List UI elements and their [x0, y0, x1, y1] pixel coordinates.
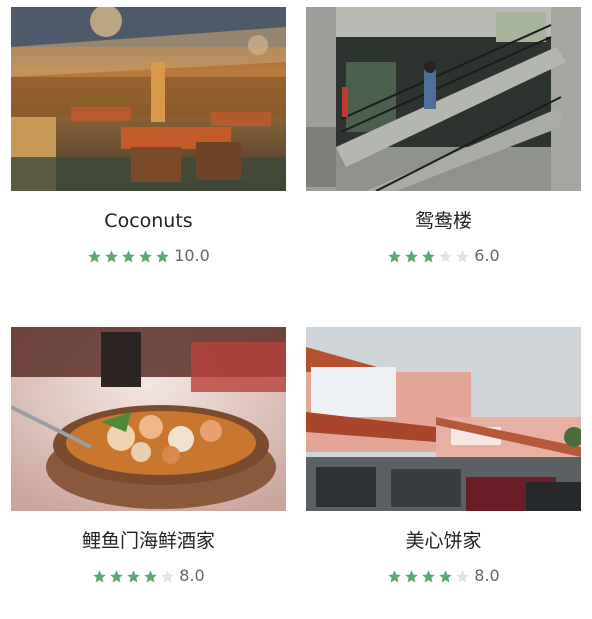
star-icon	[156, 249, 169, 262]
rating-score: 8.0	[179, 566, 205, 585]
star-icon	[422, 249, 436, 262]
star-icon	[456, 249, 470, 262]
restaurant-card[interactable]: 鲤鱼门海鲜酒家 8.0	[11, 327, 286, 586]
restaurant-card[interactable]: 鸳鸯楼 6.0	[306, 7, 581, 266]
star-icon	[388, 249, 402, 262]
seafood-clay-pot-photo[interactable]	[11, 327, 286, 511]
star-rating	[387, 569, 470, 584]
star-icon	[456, 569, 470, 582]
star-icon	[93, 569, 107, 582]
star-icon	[105, 249, 118, 262]
rating: 10.0	[11, 246, 286, 266]
star-icon	[422, 569, 436, 582]
restaurant-card[interactable]: 美心饼家 8.0	[306, 327, 581, 586]
rating: 8.0	[306, 566, 581, 586]
star-rating	[387, 249, 470, 264]
star-icon	[405, 249, 419, 262]
rating-score: 6.0	[474, 246, 500, 265]
restaurant-name[interactable]: 美心饼家	[306, 528, 581, 554]
star-rating	[87, 249, 170, 264]
rating-score: 8.0	[474, 566, 500, 585]
restaurant-interior-photo[interactable]	[11, 7, 286, 191]
rating-score: 10.0	[174, 246, 210, 265]
rating: 6.0	[306, 246, 581, 266]
star-icon	[122, 249, 135, 262]
star-icon	[127, 569, 141, 582]
star-icon	[388, 569, 402, 582]
star-rating	[92, 569, 175, 584]
restaurant-name[interactable]: 鲤鱼门海鲜酒家	[11, 528, 286, 554]
star-icon	[144, 569, 158, 582]
restaurant-name[interactable]: 鸳鸯楼	[306, 208, 581, 234]
restaurant-card[interactable]: Coconuts 10.0	[11, 7, 286, 266]
star-icon	[110, 569, 124, 582]
star-icon	[139, 249, 152, 262]
concrete-stairway-photo[interactable]	[306, 7, 581, 191]
star-icon	[405, 569, 419, 582]
restaurant-name[interactable]: Coconuts	[11, 208, 286, 234]
star-icon	[161, 569, 175, 582]
rating: 8.0	[11, 566, 286, 586]
storefront-building-photo[interactable]	[306, 327, 581, 511]
star-icon	[439, 249, 453, 262]
star-icon	[88, 249, 101, 262]
star-icon	[439, 569, 453, 582]
